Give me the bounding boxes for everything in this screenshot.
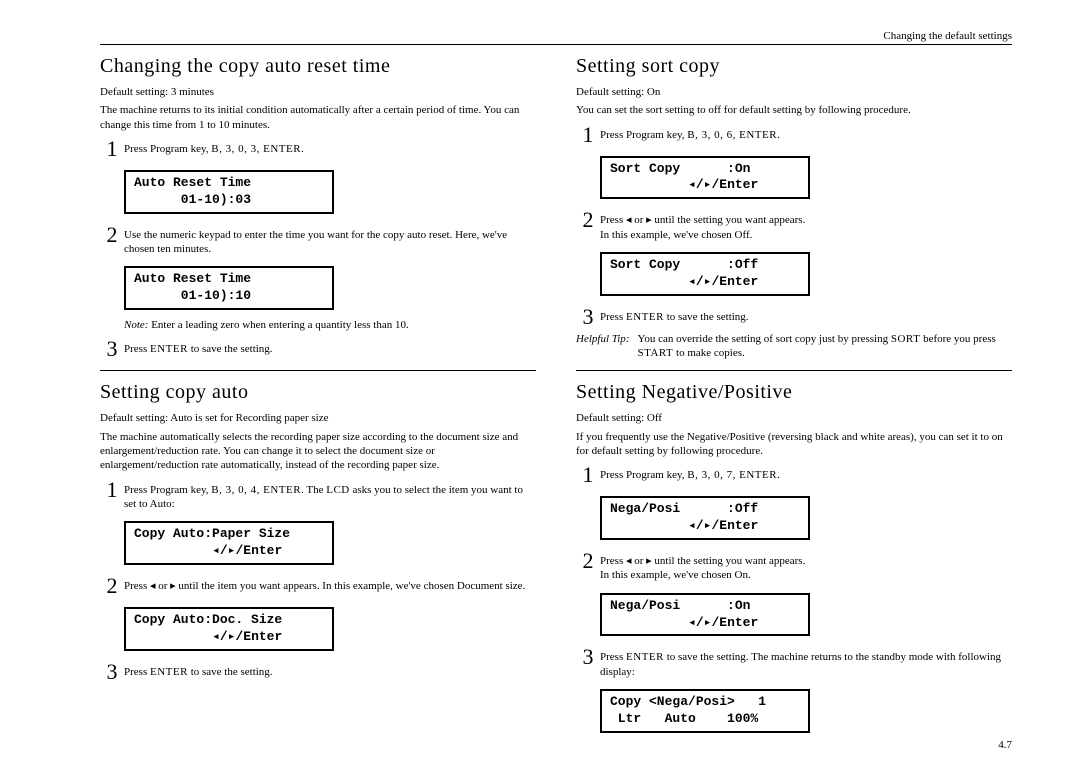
step-row: 3 Press ENTER to save the setting. — [576, 306, 1012, 328]
lcd-display: Copy Auto:Paper Size ◂/▸/Enter — [124, 521, 334, 565]
default-setting: Default setting: 3 minutes — [100, 85, 536, 99]
step-row: 3 Press ENTER to save the setting. — [100, 338, 536, 360]
note: Note: Enter a leading zero when entering… — [124, 318, 536, 332]
step-row: 2 Press ◂ or ▸ until the setting you wan… — [576, 209, 1012, 242]
step-body: Press ◂ or ▸ until the item you want app… — [124, 575, 536, 593]
step-row: 1 Press Program key, B, 3, 0, 4, ENTER. … — [100, 479, 536, 512]
step-body: Use the numeric keypad to enter the time… — [124, 224, 536, 257]
step-body: Press ENTER to save the setting. — [600, 306, 1012, 324]
lcd-display: Nega/Posi :On ◂/▸/Enter — [600, 593, 810, 637]
step-row: 2 Press ◂ or ▸ until the item you want a… — [100, 575, 536, 597]
step-row: 3 Press ENTER to save the setting. The m… — [576, 646, 1012, 679]
heading-nega-posi: Setting Negative/Positive — [576, 379, 1012, 405]
step-body: Press Program key, B, 3, 0, 7, ENTER. — [600, 464, 1012, 482]
lcd-display: Sort Copy :On ◂/▸/Enter — [600, 156, 810, 200]
lcd-display: Copy <Nega/Posi> 1 Ltr Auto 100% — [600, 689, 810, 733]
step-number: 1 — [576, 464, 600, 486]
columns: Changing the copy auto reset time Defaul… — [100, 51, 1012, 739]
step-number: 2 — [100, 575, 124, 597]
divider — [100, 370, 536, 371]
step-number: 3 — [576, 306, 600, 328]
step-number: 2 — [100, 224, 124, 246]
step-body: Press Program key, B, 3, 0, 4, ENTER. Th… — [124, 479, 536, 512]
lcd-display: Nega/Posi :Off ◂/▸/Enter — [600, 496, 810, 540]
lcd-display: Auto Reset Time 01-10):03 — [124, 170, 334, 214]
step-row: 2 Press ◂ or ▸ until the setting you wan… — [576, 550, 1012, 583]
step-number: 3 — [100, 661, 124, 683]
step-number: 1 — [576, 124, 600, 146]
step-body: Press ENTER to save the setting. The mac… — [600, 646, 1012, 679]
lcd-display: Copy Auto:Doc. Size ◂/▸/Enter — [124, 607, 334, 651]
default-setting: Default setting: Off — [576, 411, 1012, 425]
intro-text: If you frequently use the Negative/Posit… — [576, 430, 1012, 459]
divider — [576, 370, 1012, 371]
default-setting: Default setting: On — [576, 85, 1012, 99]
lcd-display: Sort Copy :Off ◂/▸/Enter — [600, 252, 810, 296]
step-body: Press ENTER to save the setting. — [124, 661, 536, 679]
step-number: 1 — [100, 479, 124, 501]
heading-sort-copy: Setting sort copy — [576, 53, 1012, 79]
step-row: 1 Press Program key, B, 3, 0, 7, ENTER. — [576, 464, 1012, 486]
step-number: 2 — [576, 209, 600, 231]
helpful-tip: Helpful Tip: You can override the settin… — [576, 332, 1012, 361]
intro-text: The machine automatically selects the re… — [100, 430, 536, 473]
step-body: Press ENTER to save the setting. — [124, 338, 536, 356]
intro-text: The machine returns to its initial condi… — [100, 103, 536, 132]
default-setting: Default setting: Auto is set for Recordi… — [100, 411, 536, 425]
page: Changing the default settings Changing t… — [0, 0, 1080, 763]
intro-text: You can set the sort setting to off for … — [576, 103, 1012, 117]
step-row: 2 Use the numeric keypad to enter the ti… — [100, 224, 536, 257]
lcd-display: Auto Reset Time 01-10):10 — [124, 266, 334, 310]
step-number: 3 — [100, 338, 124, 360]
step-row: 3 Press ENTER to save the setting. — [100, 661, 536, 683]
step-body: Press Program key, B, 3, 0, 3, ENTER. — [124, 138, 536, 156]
right-column: Setting sort copy Default setting: On Yo… — [576, 51, 1012, 739]
heading-auto-reset: Changing the copy auto reset time — [100, 53, 536, 79]
step-row: 1 Press Program key, B, 3, 0, 3, ENTER. — [100, 138, 536, 160]
step-body: Press ◂ or ▸ until the setting you want … — [600, 550, 1012, 583]
step-number: 2 — [576, 550, 600, 572]
header-section-title: Changing the default settings — [100, 30, 1012, 45]
step-body: Press ◂ or ▸ until the setting you want … — [600, 209, 1012, 242]
step-body: Press Program key, B, 3, 0, 6, ENTER. — [600, 124, 1012, 142]
step-number: 3 — [576, 646, 600, 668]
page-number: 4.7 — [100, 739, 1012, 751]
step-number: 1 — [100, 138, 124, 160]
left-column: Changing the copy auto reset time Defaul… — [100, 51, 536, 739]
step-row: 1 Press Program key, B, 3, 0, 6, ENTER. — [576, 124, 1012, 146]
heading-copy-auto: Setting copy auto — [100, 379, 536, 405]
